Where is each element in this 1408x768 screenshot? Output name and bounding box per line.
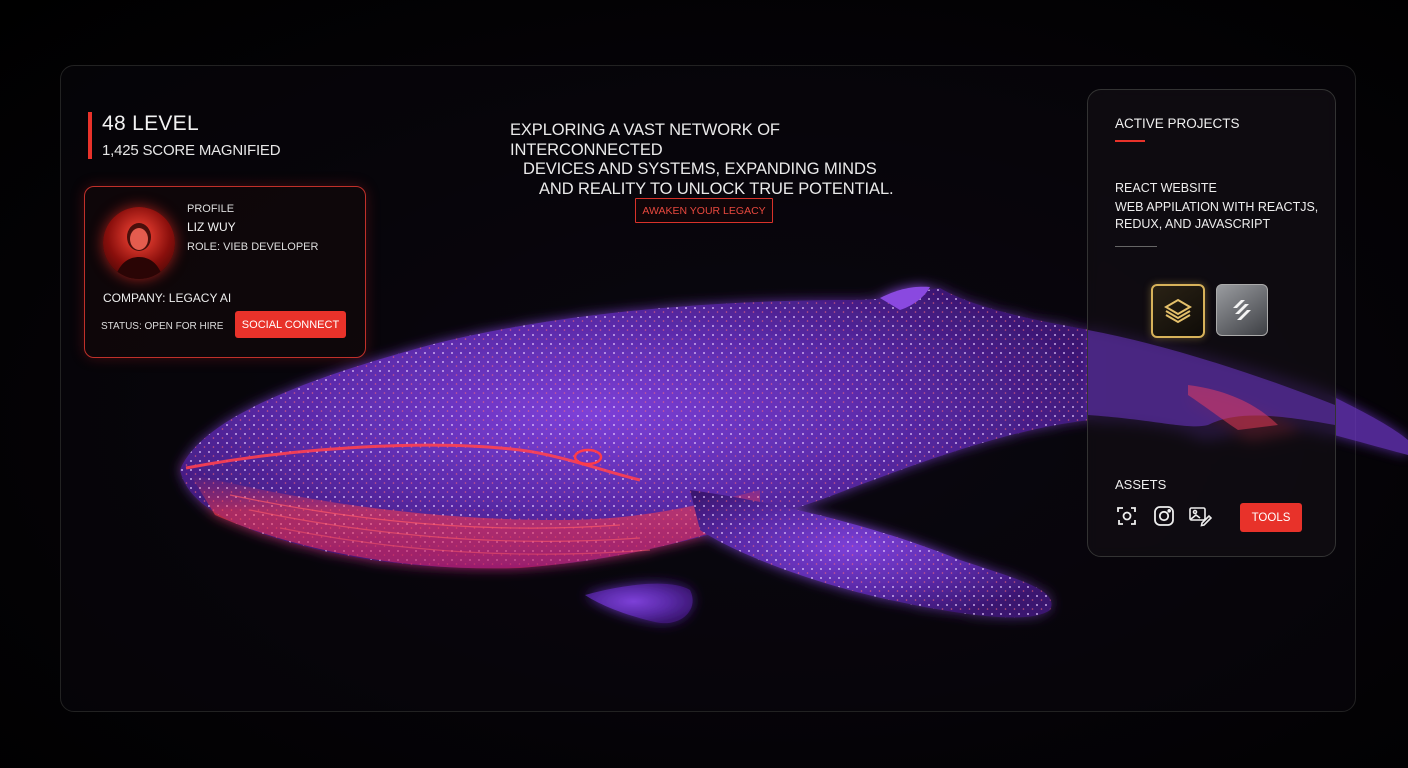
active-projects-panel: ACTIVE PROJECTS REACT WEBSITE WEB APPILA…: [1087, 89, 1336, 557]
avatar: [103, 207, 175, 279]
assets-title: ASSETS: [1115, 477, 1167, 492]
profile-title: PROFILE: [187, 203, 235, 215]
profile-name: LIZ WUY: [187, 220, 236, 234]
stack-silver-icon[interactable]: [1216, 284, 1268, 336]
level-stats: 48 LEVEL 1,425 SCORE MAGNIFIED: [88, 112, 281, 159]
hero-line-2: DEVICES AND SYSTEMS, EXPANDING MINDS: [523, 160, 877, 178]
awaken-legacy-button[interactable]: AWAKEN YOUR LEGACY: [635, 198, 773, 223]
social-connect-button[interactable]: SOCIAL CONNECT: [235, 311, 346, 338]
panel-title: ACTIVE PROJECTS: [1115, 116, 1240, 131]
score-text: 1,425 SCORE MAGNIFIED: [102, 142, 281, 159]
image-edit-icon[interactable]: [1188, 504, 1212, 528]
hero-line-3: AND REALITY TO UNLOCK TRUE POTENTIAL.: [539, 179, 894, 198]
tools-button[interactable]: TOOLS: [1240, 503, 1302, 532]
layers-gold-icon[interactable]: [1151, 284, 1205, 338]
hero-headline: EXPLORING A VAST NETWORK OF INTERCONNECT…: [500, 121, 920, 199]
whale-tail-blur: [1088, 330, 1335, 430]
project-description: WEB APPILATION WITH REACTJS, REDUX, AND …: [1115, 200, 1319, 231]
project-name[interactable]: REACT WEBSITE: [1115, 181, 1217, 195]
level-text: 48 LEVEL: [102, 112, 199, 135]
hero-line-1: EXPLORING A VAST NETWORK OF INTERCONNECT…: [510, 121, 780, 159]
profile-status: STATUS: OPEN FOR HIRE: [101, 321, 224, 332]
divider: [1115, 246, 1157, 247]
profile-card: PROFILE LIZ WUY ROLE: VIEB DEVELOPER COM…: [84, 186, 366, 358]
person-icon: [115, 223, 163, 279]
profile-role: ROLE: VIEB DEVELOPER: [187, 241, 319, 253]
profile-company: COMPANY: LEGACY AI: [103, 291, 232, 305]
title-accent: [1115, 140, 1145, 142]
scan-icon[interactable]: [1115, 504, 1139, 528]
instagram-icon[interactable]: [1152, 504, 1176, 528]
